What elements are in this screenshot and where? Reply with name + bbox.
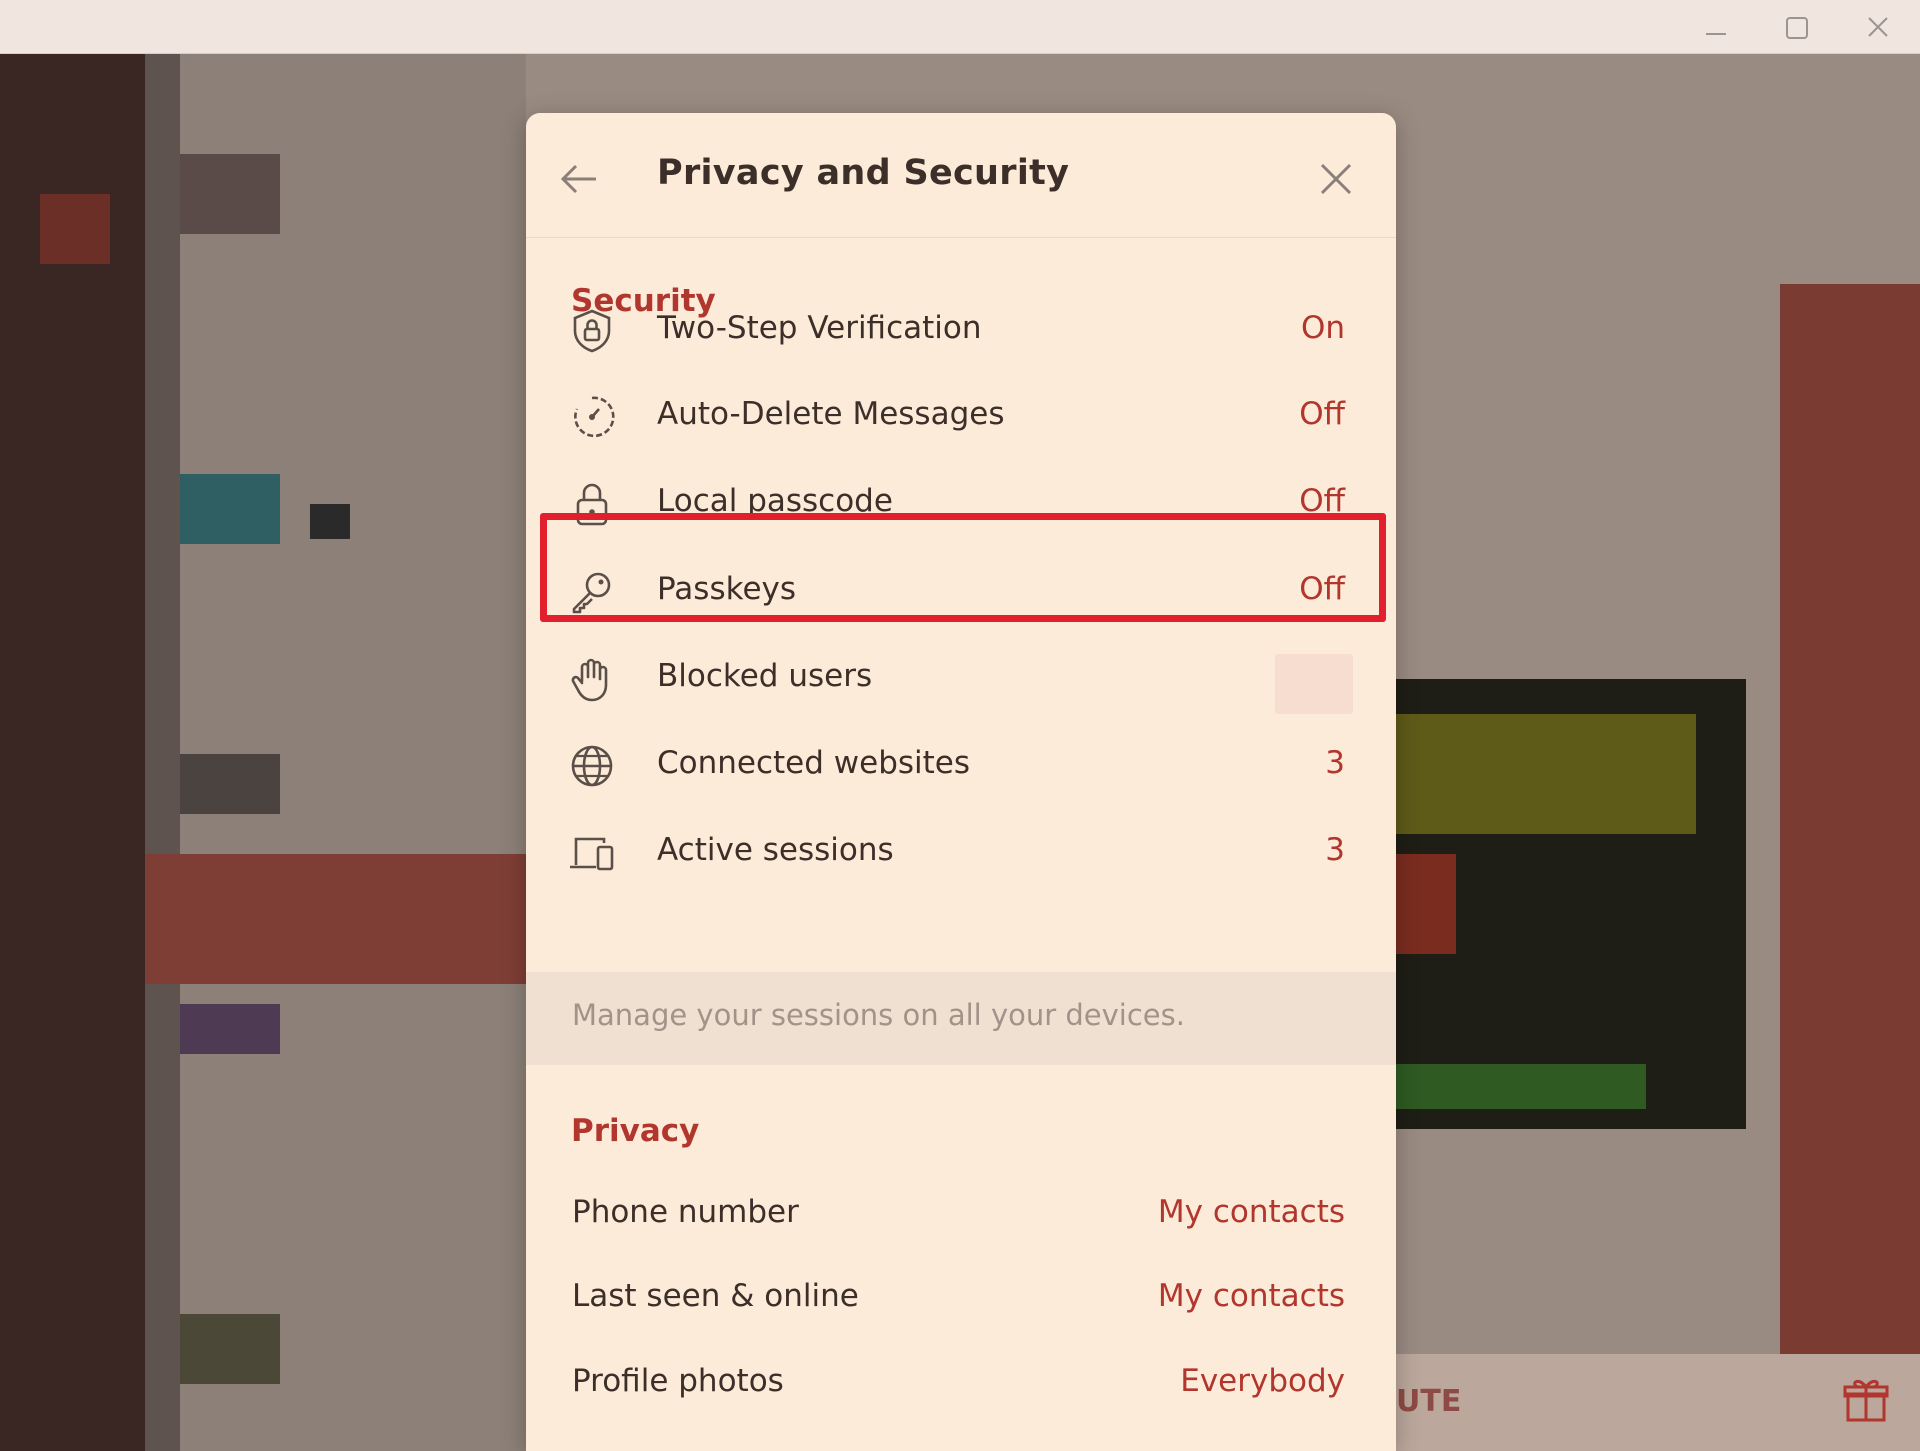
row-label: Profile photos	[572, 1363, 784, 1399]
minimize-icon[interactable]	[1696, 10, 1736, 44]
row-profile-photos[interactable]: Profile photos Everybody	[526, 1341, 1396, 1427]
maximize-icon[interactable]	[1777, 10, 1817, 44]
sessions-note: Manage your sessions on all your devices…	[526, 972, 1396, 1065]
row-auto-delete-messages[interactable]: Auto-Delete Messages Off	[526, 374, 1396, 460]
sessions-note-text: Manage your sessions on all your devices…	[572, 998, 1185, 1032]
row-value: 3	[1325, 745, 1345, 781]
row-blocked-users[interactable]: Blocked users	[526, 636, 1396, 722]
row-value: My contacts	[1157, 1278, 1345, 1314]
window-titlebar	[0, 0, 1920, 54]
close-window-icon[interactable]	[1858, 10, 1898, 44]
row-active-sessions[interactable]: Active sessions 3	[526, 810, 1396, 896]
row-value: My contacts	[1157, 1194, 1345, 1230]
gift-icon	[1840, 1374, 1892, 1426]
hand-icon	[568, 655, 616, 703]
row-value: Everybody	[1180, 1363, 1345, 1399]
dialog-title: Privacy and Security	[657, 153, 1070, 193]
shield-lock-icon	[568, 307, 616, 355]
row-label: Last seen & online	[572, 1278, 859, 1314]
privacy-security-dialog: Privacy and Security Security Two-Step V…	[526, 113, 1396, 1451]
local-passcode-highlight	[540, 513, 1386, 622]
row-value: On	[1300, 310, 1345, 346]
row-value: 3	[1325, 832, 1345, 868]
row-connected-websites[interactable]: Connected websites 3	[526, 723, 1396, 809]
privacy-heading: Privacy	[571, 1113, 700, 1149]
row-phone-number[interactable]: Phone number My contacts	[526, 1172, 1396, 1258]
row-two-step-verification[interactable]: Two-Step Verification On	[526, 288, 1396, 374]
row-value: Off	[1299, 396, 1345, 432]
globe-icon	[568, 742, 616, 790]
blocked-count-placeholder	[1275, 654, 1353, 714]
row-last-seen-online[interactable]: Last seen & online My contacts	[526, 1256, 1396, 1342]
row-label: Connected websites	[657, 745, 971, 781]
row-label: Two-Step Verification	[657, 310, 982, 346]
background-partial-text: UTE	[1396, 1384, 1462, 1419]
row-label: Phone number	[572, 1194, 799, 1230]
devices-icon	[568, 829, 616, 877]
dialog-header: Privacy and Security	[526, 113, 1396, 238]
close-icon[interactable]	[1310, 153, 1362, 205]
row-label: Blocked users	[657, 658, 873, 694]
timer-icon	[568, 393, 616, 441]
row-label: Active sessions	[657, 832, 894, 868]
row-label: Auto-Delete Messages	[657, 396, 1005, 432]
arrow-left-icon[interactable]	[556, 153, 608, 205]
